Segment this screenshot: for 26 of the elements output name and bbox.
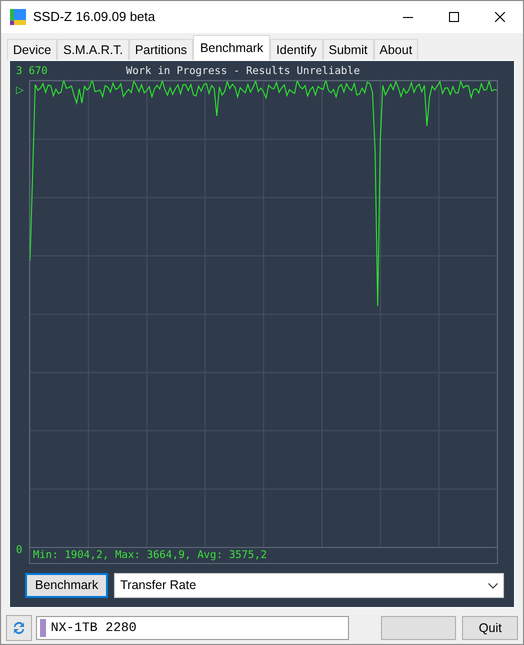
refresh-button[interactable] <box>6 615 32 641</box>
tab[interactable]: Benchmark <box>193 35 270 60</box>
chart-title: Work in Progress - Results Unreliable <box>126 64 360 79</box>
mode-dropdown[interactable]: Transfer Rate <box>114 573 504 598</box>
chevron-down-icon <box>488 582 498 588</box>
y-min-label: 0 <box>16 544 24 555</box>
tab[interactable]: Submit <box>322 39 374 60</box>
minimize-icon <box>403 16 413 18</box>
drive-color-icon <box>40 619 46 637</box>
tab[interactable]: Device <box>7 39 58 60</box>
maximize-icon <box>449 12 459 22</box>
blank-button[interactable] <box>381 616 456 640</box>
window-title: SSD-Z 16.09.09 beta <box>33 8 156 26</box>
y-max-label: 3 670 <box>16 64 49 79</box>
refresh-icon <box>12 621 26 635</box>
tab[interactable]: Identify <box>270 39 323 60</box>
tab[interactable]: Partitions <box>128 39 194 60</box>
level-marker: ▷ <box>16 86 25 96</box>
app-logo-icon <box>10 9 26 25</box>
benchmark-button[interactable]: Benchmark <box>25 573 108 598</box>
drive-field[interactable]: NX-1TB 2280 <box>36 616 350 640</box>
stats-text: Min: 1904,2, Max: 3664,9, Avg: 3575,2 <box>33 548 267 563</box>
tab[interactable]: About <box>374 39 418 60</box>
quit-button[interactable]: Quit <box>462 616 518 640</box>
tab[interactable]: S.M.A.R.T. <box>57 39 129 60</box>
close-icon <box>495 12 505 22</box>
